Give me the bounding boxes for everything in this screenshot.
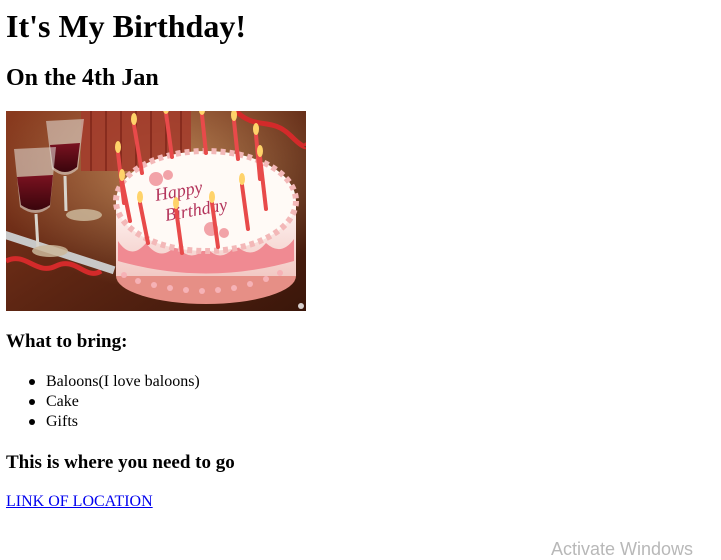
list-item-label: Gifts (46, 413, 78, 430)
list-item: Gifts (6, 412, 200, 432)
what-to-bring-heading: What to bring: (6, 331, 128, 352)
bullet-icon (29, 399, 35, 405)
location-link[interactable]: LINK OF LOCATION (6, 492, 153, 512)
activate-windows-watermark: Activate Windows (551, 539, 694, 559)
page-title: It's My Birthday! (6, 8, 246, 44)
list-item-label: Baloons(I love baloons) (46, 373, 200, 390)
bullet-icon (29, 419, 35, 425)
location-heading: This is where you need to go (6, 452, 235, 473)
list-item-label: Cake (46, 393, 79, 410)
list-item: Baloons(I love baloons) (6, 372, 200, 392)
bring-list: Baloons(I love baloons) Cake Gifts (6, 372, 200, 432)
bullet-icon (29, 379, 35, 385)
birthday-cake-image: Happy Birthday (6, 111, 306, 311)
page-subtitle: On the 4th Jan (6, 65, 159, 91)
list-item: Cake (6, 392, 200, 412)
